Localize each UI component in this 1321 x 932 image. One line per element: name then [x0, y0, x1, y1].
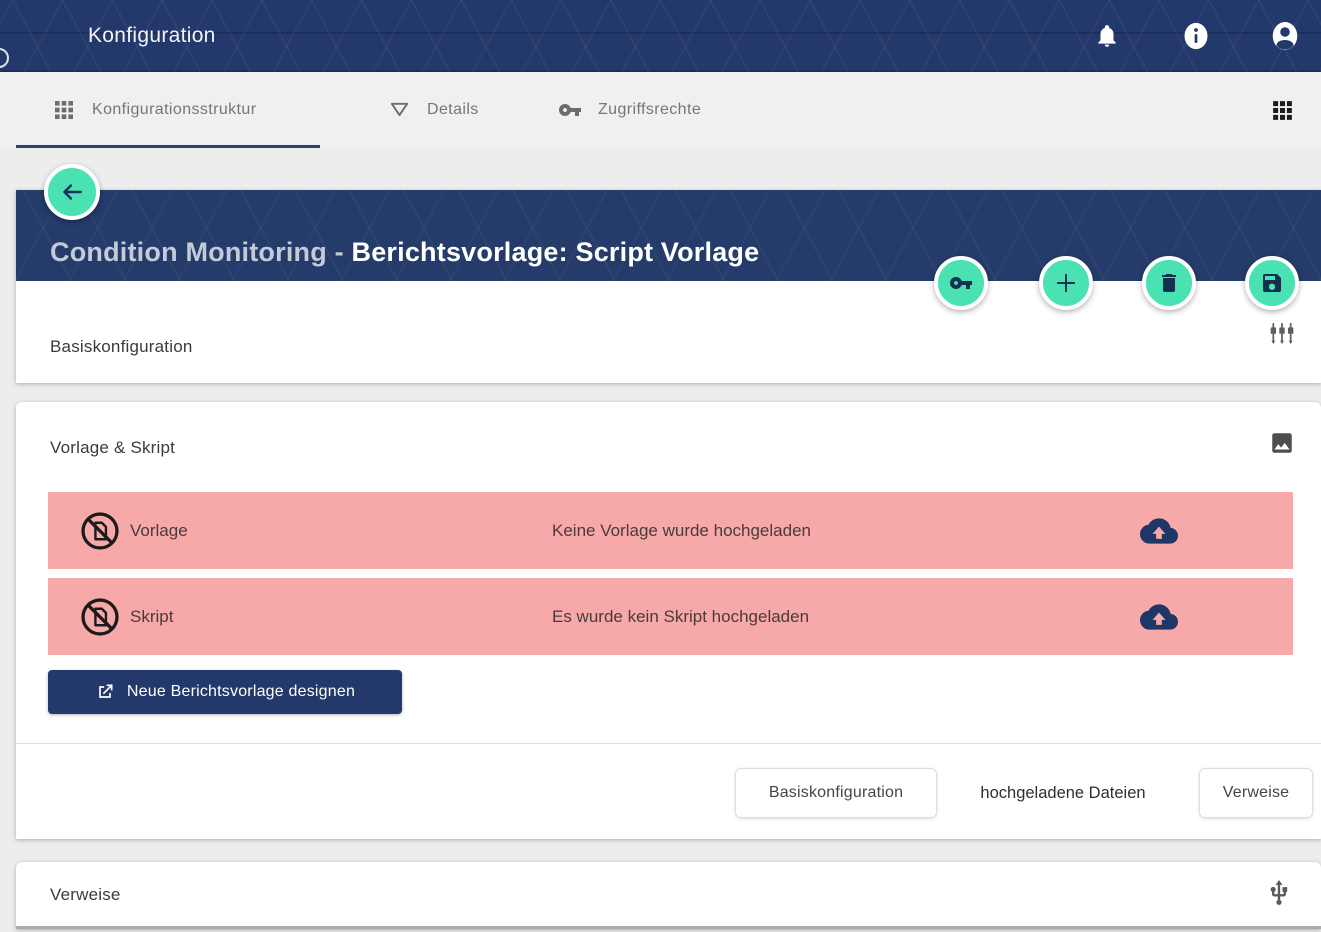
notifications-button[interactable]	[1087, 16, 1127, 56]
upload-vorlage-button[interactable]	[1140, 512, 1178, 550]
save-icon	[1260, 271, 1284, 295]
section-title-basiskonfiguration: Basiskonfiguration	[50, 337, 193, 357]
permissions-button[interactable]	[934, 256, 988, 310]
alert-label: Vorlage	[130, 521, 188, 541]
banner-title-main: Berichtsvorlage: Script Vorlage	[352, 237, 760, 267]
no-file-icon	[78, 509, 122, 553]
tab-label: Details	[427, 101, 479, 119]
cloud-upload-icon	[1140, 512, 1178, 550]
page-title: Konfiguration	[88, 0, 216, 72]
alert-row-skript: Skript Es wurde kein Skript hochgeladen	[48, 578, 1293, 655]
section-title-verweise: Verweise	[50, 885, 121, 905]
open-in-new-icon	[95, 682, 115, 702]
tab-details[interactable]: Details	[388, 72, 479, 148]
logo-partial-icon	[0, 48, 9, 68]
alert-message: Keine Vorlage wurde hochgeladen	[552, 521, 811, 541]
key-icon	[558, 98, 582, 122]
cloud-upload-icon	[1140, 598, 1178, 636]
tab-konfigurationsstruktur[interactable]: Konfigurationsstruktur	[52, 72, 256, 148]
bell-icon	[1094, 23, 1120, 49]
back-button[interactable]	[44, 164, 100, 220]
sliders-icon[interactable]	[1269, 322, 1295, 348]
design-new-template-label: Neue Berichtsvorlage designen	[127, 683, 355, 701]
info-icon	[1181, 21, 1211, 51]
account-icon	[1269, 20, 1301, 52]
delete-button[interactable]	[1142, 256, 1196, 310]
no-file-icon	[78, 595, 122, 639]
alert-message: Es wurde kein Skript hochgeladen	[552, 607, 809, 627]
card-verweise: Verweise	[16, 862, 1321, 929]
usb-icon[interactable]	[1265, 879, 1293, 907]
plus-icon	[1053, 270, 1079, 296]
info-button[interactable]	[1176, 16, 1216, 56]
arrow-left-icon	[59, 179, 85, 205]
screen: Konfiguration	[0, 0, 1321, 932]
alert-label: Skript	[130, 607, 173, 627]
account-button[interactable]	[1265, 16, 1305, 56]
nav-basiskonfiguration-button[interactable]: Basiskonfiguration	[735, 768, 937, 818]
trash-icon	[1157, 271, 1181, 295]
active-tab-indicator	[16, 145, 320, 148]
image-icon[interactable]	[1269, 430, 1295, 456]
card-vorlage-skript: Vorlage & Skript Vorlage Keine Vorlage w…	[16, 402, 1321, 839]
filter-funnel-icon	[388, 99, 411, 122]
banner-title: Condition Monitoring - Berichtsvorlage: …	[50, 237, 759, 268]
add-button[interactable]	[1039, 256, 1093, 310]
app-bar-actions	[1087, 16, 1305, 56]
footer-divider	[16, 743, 1321, 744]
nav-current-label: hochgeladene Dateien	[953, 768, 1173, 818]
tab-label: Konfigurationsstruktur	[92, 101, 256, 119]
nav-verweise-button[interactable]: Verweise	[1199, 768, 1313, 818]
section-title-vorlage-skript: Vorlage & Skript	[50, 438, 175, 458]
tab-zugriffsrechte[interactable]: Zugriffsrechte	[558, 72, 701, 148]
alert-row-vorlage: Vorlage Keine Vorlage wurde hochgeladen	[48, 492, 1293, 569]
tab-label: Zugriffsrechte	[598, 101, 701, 119]
apps-grid-button[interactable]	[1262, 90, 1302, 130]
banner: Condition Monitoring - Berichtsvorlage: …	[16, 190, 1321, 281]
app-bar: Konfiguration	[0, 0, 1321, 72]
design-new-template-button[interactable]: Neue Berichtsvorlage designen	[48, 670, 402, 714]
apps-grid-icon	[1270, 98, 1295, 123]
key-icon	[949, 271, 973, 295]
grid-icon	[52, 98, 76, 122]
banner-title-prefix: Condition Monitoring -	[50, 237, 352, 267]
upload-skript-button[interactable]	[1140, 598, 1178, 636]
card-basiskonfiguration: Condition Monitoring - Berichtsvorlage: …	[16, 190, 1321, 383]
tab-bar: Konfigurationsstruktur Details Zugriffsr…	[0, 72, 1321, 148]
save-button[interactable]	[1245, 256, 1299, 310]
